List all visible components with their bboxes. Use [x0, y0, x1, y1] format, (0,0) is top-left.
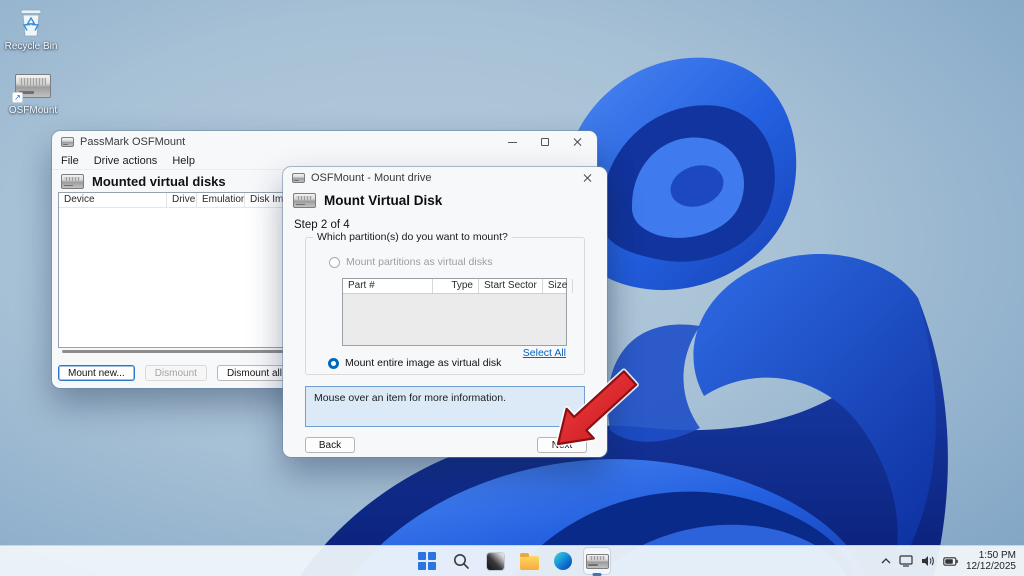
edge-icon	[554, 552, 572, 570]
partition-groupbox: Which partition(s) do you want to mount?…	[305, 237, 585, 375]
edge-browser-button[interactable]	[550, 548, 576, 574]
taskbar-dark-app-button[interactable]	[482, 548, 508, 574]
radio-mount-entire-image[interactable]: Mount entire image as virtual disk	[328, 357, 501, 369]
column-drive[interactable]: Drive	[167, 193, 197, 207]
groupbox-label: Which partition(s) do you want to mount?	[313, 231, 512, 243]
dialog-title: OSFMount - Mount drive	[311, 172, 431, 184]
battery-icon	[943, 557, 958, 566]
dialog-close-button[interactable]	[582, 172, 594, 184]
windows-logo-icon	[418, 552, 436, 570]
dismount-button[interactable]: Dismount	[145, 365, 207, 381]
disk-icon	[293, 193, 316, 208]
recycle-bin-icon	[2, 5, 60, 39]
disk-icon	[61, 174, 84, 189]
radio-selected-icon	[328, 358, 339, 369]
dialog-app-icon	[292, 173, 305, 183]
start-button[interactable]	[414, 548, 440, 574]
osfmount-taskbar-button[interactable]	[584, 548, 610, 574]
column-type: Type	[433, 279, 479, 293]
taskbar-clock[interactable]: 1:50 PM 12/12/2025	[966, 550, 1016, 573]
tray-overflow-chevron[interactable]	[881, 558, 891, 564]
radio-label: Mount partitions as virtual disks	[346, 256, 492, 268]
radio-label: Mount entire image as virtual disk	[345, 357, 501, 369]
next-button[interactable]: Next	[537, 437, 587, 453]
close-icon	[573, 137, 583, 147]
desktop: Recycle Bin ↗ OSFMount PassMark OSFMount…	[0, 0, 1024, 576]
column-emulation[interactable]: Emulation	[197, 193, 245, 207]
system-tray: 1:50 PM 12/12/2025	[881, 546, 1016, 576]
desktop-icon-label: OSFMount	[4, 105, 62, 116]
search-button[interactable]	[448, 548, 474, 574]
osfmount-icon	[586, 554, 609, 569]
step-indicator: Step 2 of 4	[294, 219, 350, 231]
file-explorer-button[interactable]	[516, 548, 542, 574]
menu-help[interactable]: Help	[172, 155, 195, 167]
speaker-icon	[921, 555, 935, 567]
search-icon	[453, 553, 470, 570]
minimize-icon	[508, 142, 517, 143]
volume-tray-button[interactable]	[921, 555, 935, 567]
partition-table-header: Part # Type Start Sector Size	[343, 279, 566, 294]
clock-date: 12/12/2025	[966, 561, 1016, 573]
column-start-sector: Start Sector	[479, 279, 543, 293]
minimize-button[interactable]	[506, 136, 518, 148]
select-all-link[interactable]: Select All	[523, 347, 566, 359]
clock-time: 1:50 PM	[966, 550, 1016, 562]
main-window-titlebar: PassMark OSFMount	[52, 131, 597, 153]
battery-tray-button[interactable]	[943, 557, 958, 566]
mounted-disks-title: Mounted virtual disks	[92, 174, 226, 189]
desktop-icon-osfmount[interactable]: ↗ OSFMount	[4, 69, 62, 116]
window-title: PassMark OSFMount	[80, 136, 185, 148]
folder-icon	[520, 556, 539, 570]
mount-new-button[interactable]: Mount new...	[58, 365, 135, 381]
app-icon	[61, 137, 74, 147]
maximize-icon	[541, 138, 549, 146]
osfmount-drive-icon: ↗	[4, 69, 62, 103]
taskbar: 1:50 PM 12/12/2025	[0, 545, 1024, 576]
column-device[interactable]: Device	[59, 193, 167, 207]
network-tray-button[interactable]	[899, 555, 913, 567]
desktop-icon-recycle-bin[interactable]: Recycle Bin	[2, 5, 60, 52]
back-button[interactable]: Back	[305, 437, 355, 453]
dialog-heading-title: Mount Virtual Disk	[324, 193, 442, 208]
menu-file[interactable]: File	[61, 155, 79, 167]
dark-app-icon	[487, 553, 504, 570]
radio-icon	[329, 257, 340, 268]
info-message-box: Mouse over an item for more information.	[305, 386, 585, 427]
shortcut-arrow-icon: ↗	[12, 92, 23, 103]
desktop-icon-label: Recycle Bin	[2, 41, 60, 52]
dialog-heading: Mount Virtual Disk	[283, 189, 607, 208]
network-icon	[899, 555, 913, 567]
column-size: Size	[543, 279, 573, 293]
menu-drive-actions[interactable]: Drive actions	[94, 155, 158, 167]
partition-table: Part # Type Start Sector Size	[342, 278, 567, 346]
radio-mount-partitions[interactable]: Mount partitions as virtual disks	[329, 256, 492, 268]
column-part-number: Part #	[343, 279, 433, 293]
maximize-button[interactable]	[539, 136, 551, 148]
chevron-up-icon	[881, 558, 891, 564]
close-button[interactable]	[572, 136, 584, 148]
taskbar-center-icons	[414, 546, 610, 576]
dialog-titlebar: OSFMount - Mount drive	[283, 167, 607, 189]
close-icon	[583, 173, 593, 183]
mount-drive-dialog: OSFMount - Mount drive Mount Virtual Dis…	[283, 167, 607, 457]
